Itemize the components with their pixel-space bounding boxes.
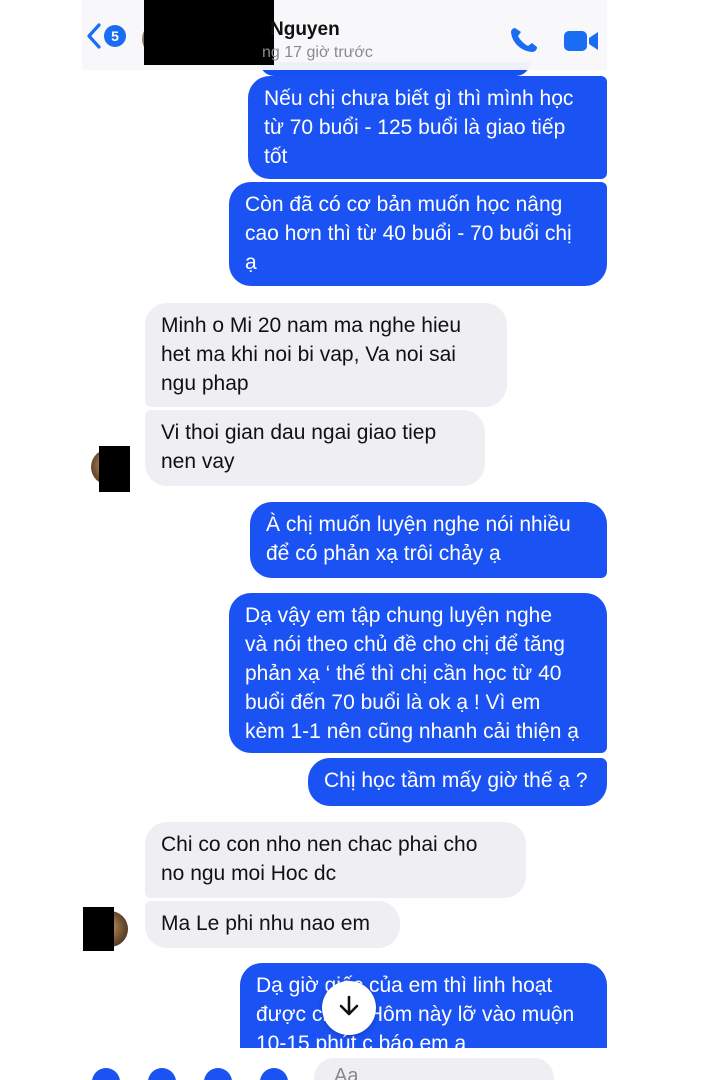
redaction-box — [144, 0, 274, 65]
microphone-icon[interactable] — [260, 1068, 288, 1080]
video-camera-icon[interactable] — [563, 29, 599, 58]
back-button[interactable]: 5 — [86, 22, 126, 50]
message-bubble-outgoing[interactable]: Nếu chị chưa biết gì thì mình học từ 70 … — [248, 76, 607, 179]
message-bubble-incoming[interactable]: Vi thoi gian dau ngai giao tiep nen vay — [145, 410, 485, 486]
contact-name[interactable]: Nguyen — [270, 19, 340, 41]
message-bubble-outgoing[interactable]: Chị học tầm mấy giờ thế ạ ? — [308, 758, 607, 806]
message-bubble-incoming[interactable]: Minh o Mi 20 nam ma nghe hieu het ma khi… — [145, 303, 507, 407]
phone-icon[interactable] — [509, 26, 539, 59]
chat-header: 5 Nguyen ng 17 giờ trước — [82, 0, 607, 70]
message-bubble-incoming[interactable]: Chi co con nho nen chac phai cho no ngu … — [145, 822, 526, 898]
message-bubble-outgoing[interactable]: Còn đã có cơ bản muốn học nâng cao hơn t… — [229, 182, 607, 286]
image-icon[interactable] — [204, 1068, 232, 1080]
right-margin — [607, 0, 720, 1080]
message-input[interactable]: Aa — [314, 1058, 554, 1080]
unread-count-badge: 5 — [104, 25, 126, 47]
plus-icon[interactable] — [92, 1068, 120, 1080]
arrow-down-icon — [338, 994, 360, 1023]
redaction-box — [99, 446, 130, 492]
message-bubble-outgoing[interactable]: À chị muốn luyện nghe nói nhiều để có ph… — [250, 502, 607, 578]
scroll-to-bottom-button[interactable] — [322, 981, 376, 1035]
camera-icon[interactable] — [148, 1068, 176, 1080]
redaction-box — [83, 907, 114, 951]
message-bubble-outgoing[interactable]: Dạ vậy em tập chung luyện nghe và nói th… — [229, 593, 607, 753]
left-margin — [0, 0, 82, 1080]
active-status: ng 17 giờ trước — [262, 44, 373, 61]
chat-screen: Nếu chị chưa biết gì thì mình học từ 70 … — [82, 0, 607, 1080]
message-bubble-incoming[interactable]: Ma Le phi nhu nao em — [145, 901, 400, 948]
chevron-left-icon — [86, 22, 102, 50]
